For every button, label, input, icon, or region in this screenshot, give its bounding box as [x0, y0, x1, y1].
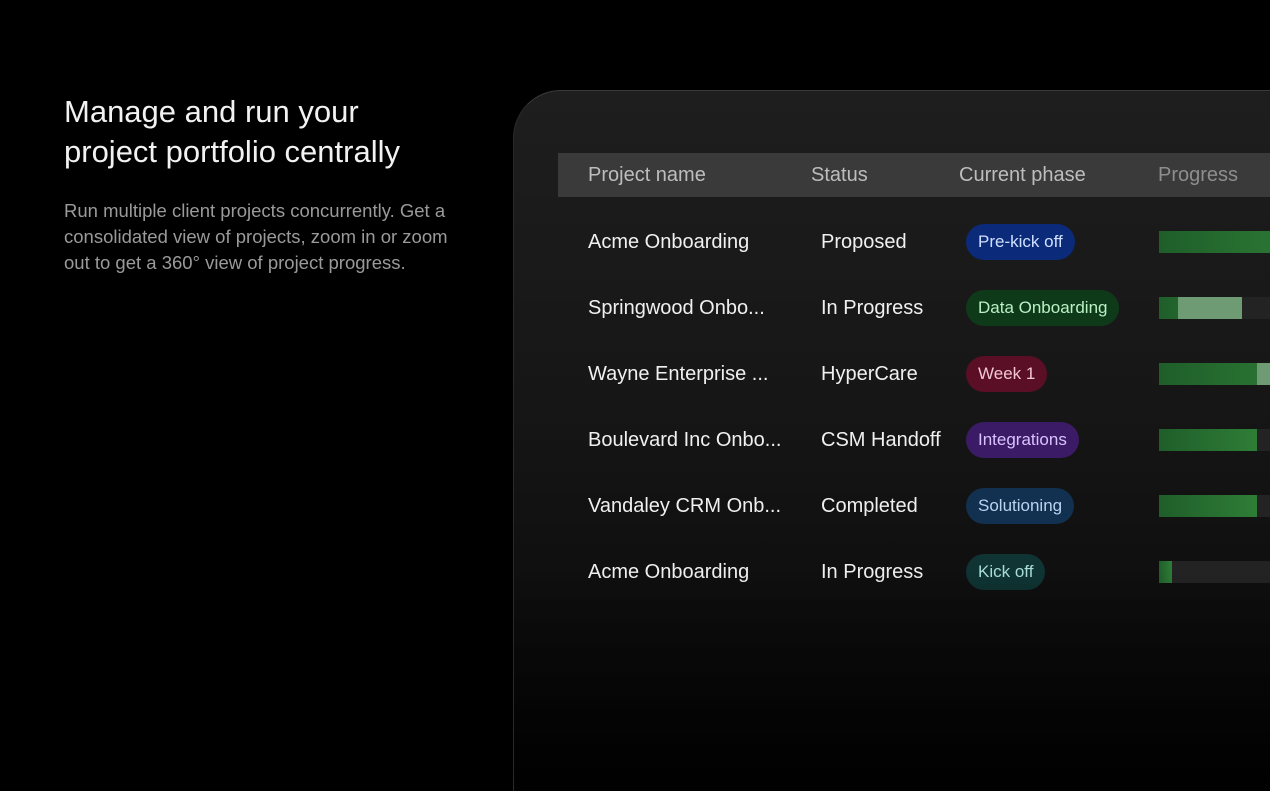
project-name-cell[interactable]: Wayne Enterprise ... — [588, 341, 768, 407]
progress-bar-fill — [1159, 363, 1270, 385]
column-header-status[interactable]: Status — [811, 153, 868, 197]
phase-badge: Solutioning — [966, 488, 1075, 524]
status-cell: In Progress — [821, 297, 924, 319]
phase-badge: Integrations — [966, 422, 1079, 458]
phase-badge: Kick off — [966, 554, 1046, 590]
table-row[interactable]: Boulevard Inc Onbo... CSM Handoff Integrat… — [514, 407, 1270, 473]
phase-badge: Week 1 — [966, 356, 1048, 392]
hero-title-line1: Manage and run your — [64, 94, 359, 129]
progress-bar — [1159, 495, 1270, 517]
progress-bar-fill — [1159, 231, 1270, 253]
table-row[interactable]: Vandaley CRM Onb... Completed Solutioning — [514, 473, 1270, 539]
hero-title-line2: project portfolio centrally — [64, 134, 400, 169]
table-header: Project name Status Current phase Progre… — [558, 153, 1270, 197]
progress-bar-fill — [1159, 495, 1257, 517]
progress-bar-fill — [1159, 429, 1257, 451]
phase-badge: Pre-kick off — [966, 224, 1075, 260]
project-name-cell[interactable]: Boulevard Inc Onbo... — [588, 407, 781, 473]
column-header-current-phase[interactable]: Current phase — [959, 153, 1086, 197]
status-cell: In Progress — [821, 561, 924, 583]
hero-title: Manage and run your project portfolio ce… — [64, 92, 464, 172]
hero-description: Run multiple client projects concurrentl… — [64, 200, 448, 273]
status-cell: Completed — [821, 495, 918, 517]
progress-bar-fill — [1159, 561, 1172, 583]
progress-bar — [1159, 429, 1270, 451]
table-row[interactable]: Acme Onboarding Proposed Pre-kick off — [514, 209, 1270, 275]
projects-panel: Project name Status Current phase Progre… — [513, 90, 1270, 791]
progress-bar-highlight — [1256, 363, 1270, 385]
table-row[interactable]: Wayne Enterprise ... HyperCare Week 1 — [514, 341, 1270, 407]
table-row[interactable]: Acme Onboarding In Progress Kick off — [514, 539, 1270, 605]
status-cell: Proposed — [821, 231, 907, 253]
phase-badge: Data Onboarding — [966, 290, 1120, 326]
hero-section: Manage and run your project portfolio ce… — [64, 92, 464, 276]
progress-bar — [1159, 363, 1270, 385]
progress-bar-highlight — [1178, 297, 1243, 319]
project-name-cell[interactable]: Vandaley CRM Onb... — [588, 473, 781, 539]
progress-bar — [1159, 231, 1270, 253]
project-name-cell[interactable]: Acme Onboarding — [588, 209, 749, 275]
status-cell: HyperCare — [821, 363, 918, 385]
project-name-cell[interactable]: Acme Onboarding — [588, 539, 749, 605]
progress-bar — [1159, 297, 1270, 319]
column-header-project-name[interactable]: Project name — [588, 153, 706, 197]
project-name-cell[interactable]: Springwood Onbo... — [588, 275, 765, 341]
column-header-progress[interactable]: Progress — [1158, 153, 1238, 197]
status-cell: CSM Handoff — [821, 429, 941, 451]
table-row[interactable]: Springwood Onbo... In Progress Data Onboar… — [514, 275, 1270, 341]
progress-bar — [1159, 561, 1270, 583]
